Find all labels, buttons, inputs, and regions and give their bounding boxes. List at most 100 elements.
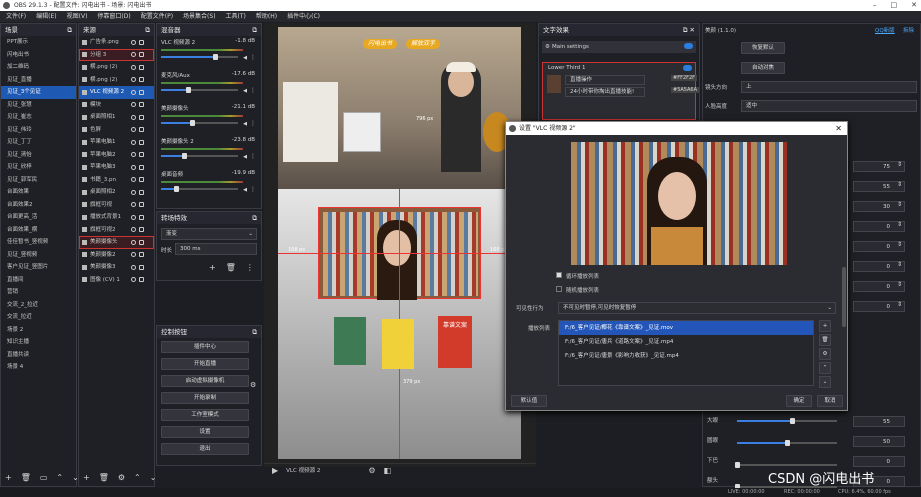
duration-input[interactable]: 300 ms <box>175 243 257 255</box>
undock-icon[interactable]: ⧉ <box>252 24 257 36</box>
source-item[interactable]: 图像 (CV) 1 <box>79 274 154 287</box>
lock-icon[interactable] <box>139 189 144 195</box>
scene-item[interactable]: 加二维码 <box>1 61 76 74</box>
source-item[interactable]: 苹果电脑1 <box>79 136 154 149</box>
more-icon[interactable]: ⋮ <box>250 87 256 94</box>
source-item[interactable]: 苹果电脑2 <box>79 149 154 162</box>
spin-icon[interactable]: ⇕ <box>897 281 902 288</box>
visibility-eye-icon[interactable] <box>131 77 136 83</box>
source-up-icon[interactable]: ⌃ <box>134 473 141 482</box>
control-button[interactable]: 设置 <box>161 426 249 438</box>
volume-slider[interactable] <box>161 186 238 192</box>
lock-icon[interactable] <box>139 177 144 183</box>
visibility-eye-icon[interactable] <box>131 202 136 208</box>
scene-item[interactable]: 场景 4 <box>1 361 76 374</box>
line1-input[interactable]: 直播操作 <box>565 75 645 85</box>
source-item[interactable]: 桌面照相1 <box>79 111 154 124</box>
lock-icon[interactable] <box>139 114 144 120</box>
lock-icon[interactable] <box>139 127 144 133</box>
undock-icon[interactable]: ⧉ ✕ <box>683 24 695 36</box>
lock-icon[interactable] <box>139 39 144 45</box>
lock-icon[interactable] <box>139 202 144 208</box>
beauty-slider[interactable] <box>737 418 837 424</box>
maximize-button[interactable]: □ <box>891 0 898 11</box>
speaker-icon[interactable]: ◀ <box>243 154 247 160</box>
menu-item[interactable]: 停靠窗口(D) <box>97 11 130 22</box>
beauty-value-input[interactable]: 0 <box>853 456 905 467</box>
scene-item[interactable]: 见证_伟玲 <box>1 124 76 137</box>
speaker-icon[interactable]: ◀ <box>243 88 247 94</box>
more-icon[interactable]: ⋮ <box>250 54 256 61</box>
scene-item[interactable]: 交流_拉近 <box>1 311 76 324</box>
scene-item[interactable]: 直播间 <box>1 274 76 287</box>
main-toggle[interactable] <box>684 43 693 49</box>
source-item[interactable]: VLC 视频源 2 <box>79 86 154 99</box>
direction-select[interactable]: 上 <box>741 81 917 93</box>
source-settings-icon[interactable]: ⚙ <box>118 473 125 482</box>
visibility-eye-icon[interactable] <box>131 39 136 45</box>
source-item[interactable]: 色屏 <box>79 124 154 137</box>
source-item[interactable]: 苹果电脑3 <box>79 161 154 174</box>
scene-item[interactable]: 见证_3个见证 <box>1 86 76 99</box>
scene-item[interactable]: 见证_清怡 <box>1 149 76 162</box>
scene-item[interactable]: 闪电出书 <box>1 49 76 62</box>
visibility-eye-icon[interactable] <box>131 152 136 158</box>
menu-item[interactable]: 视图(V) <box>67 11 88 22</box>
lock-icon[interactable] <box>139 227 144 233</box>
move-down-icon[interactable]: ⌄ <box>819 376 831 388</box>
control-button[interactable]: 退出 <box>161 443 249 455</box>
scene-item[interactable]: 交流_2_拉近 <box>1 299 76 312</box>
more-icon[interactable]: ⋮ <box>250 153 256 160</box>
visibility-eye-icon[interactable] <box>131 177 136 183</box>
scene-item[interactable]: 直播共读 <box>1 349 76 362</box>
scene-item[interactable]: 见证_崔志 <box>1 111 76 124</box>
menu-item[interactable]: 工具(T) <box>226 11 246 22</box>
scene-filter-icon[interactable]: ▭ <box>40 473 48 482</box>
settings-icon[interactable]: ⚙ <box>368 466 375 475</box>
menu-item[interactable]: 插件中心(C) <box>287 11 320 22</box>
spin-icon[interactable]: ⇕ <box>897 241 902 248</box>
spin-icon[interactable]: ⇕ <box>897 161 902 168</box>
scene-item[interactable]: 台面效果 <box>1 186 76 199</box>
spin-icon[interactable]: ⇕ <box>897 301 902 308</box>
remove-source-icon[interactable]: 🗑 <box>99 473 109 482</box>
visibility-eye-icon[interactable] <box>131 102 136 108</box>
scene-item[interactable]: 佳佳暂书_竖视频 <box>1 236 76 249</box>
scene-item[interactable]: 台面更高_活 <box>1 211 76 224</box>
dialog-scrollbar[interactable] <box>842 267 846 327</box>
visibility-eye-icon[interactable] <box>131 277 136 283</box>
lock-icon[interactable] <box>139 164 144 170</box>
source-down-icon[interactable]: ⌄ <box>150 473 157 482</box>
lock-icon[interactable] <box>139 89 144 95</box>
speaker-icon[interactable]: ◀ <box>243 55 247 61</box>
speaker-icon[interactable]: ◀ <box>243 187 247 193</box>
spin-icon[interactable]: ⇕ <box>897 181 902 188</box>
visibility-eye-icon[interactable] <box>131 252 136 258</box>
add-scene-icon[interactable]: + <box>5 473 12 482</box>
more-icon[interactable]: ⋮ <box>246 263 254 272</box>
playlist-item[interactable]: F:/6_客户见证/椰花《靠谱文案》_见证.mov <box>559 321 813 335</box>
color1[interactable]: #FF2F2F <box>671 75 698 81</box>
add-source-icon[interactable]: + <box>83 473 90 482</box>
dialog-close-icon[interactable]: ✕ <box>835 122 842 135</box>
scene-item[interactable]: 见证_欣梓 <box>1 161 76 174</box>
color2[interactable]: #5A5A6A <box>671 87 699 93</box>
visibility-eye-icon[interactable] <box>131 139 136 145</box>
spin-icon[interactable]: ⇕ <box>897 261 902 268</box>
source-item[interactable]: 模块 <box>79 99 154 112</box>
face-height-select[interactable]: 适中 <box>741 100 917 112</box>
beauty-slider[interactable] <box>737 440 837 446</box>
main-settings-row[interactable]: ⚙ Main settings <box>542 41 696 53</box>
scene-item[interactable]: 见证_直播 <box>1 74 76 87</box>
volume-slider[interactable] <box>161 153 238 159</box>
menu-item[interactable]: 场景集合(S) <box>183 11 216 22</box>
remove-file-icon[interactable]: 🗑 <box>819 334 831 346</box>
minimize-button[interactable]: – <box>873 0 877 11</box>
lock-icon[interactable] <box>139 152 144 158</box>
lock-icon[interactable] <box>139 252 144 258</box>
visibility-eye-icon[interactable] <box>131 89 136 95</box>
lock-icon[interactable] <box>139 52 144 58</box>
source-item[interactable]: 分组 3 <box>79 48 154 61</box>
spin-icon[interactable]: ⇕ <box>897 201 902 208</box>
source-item[interactable]: 横.png (2) <box>79 74 154 87</box>
